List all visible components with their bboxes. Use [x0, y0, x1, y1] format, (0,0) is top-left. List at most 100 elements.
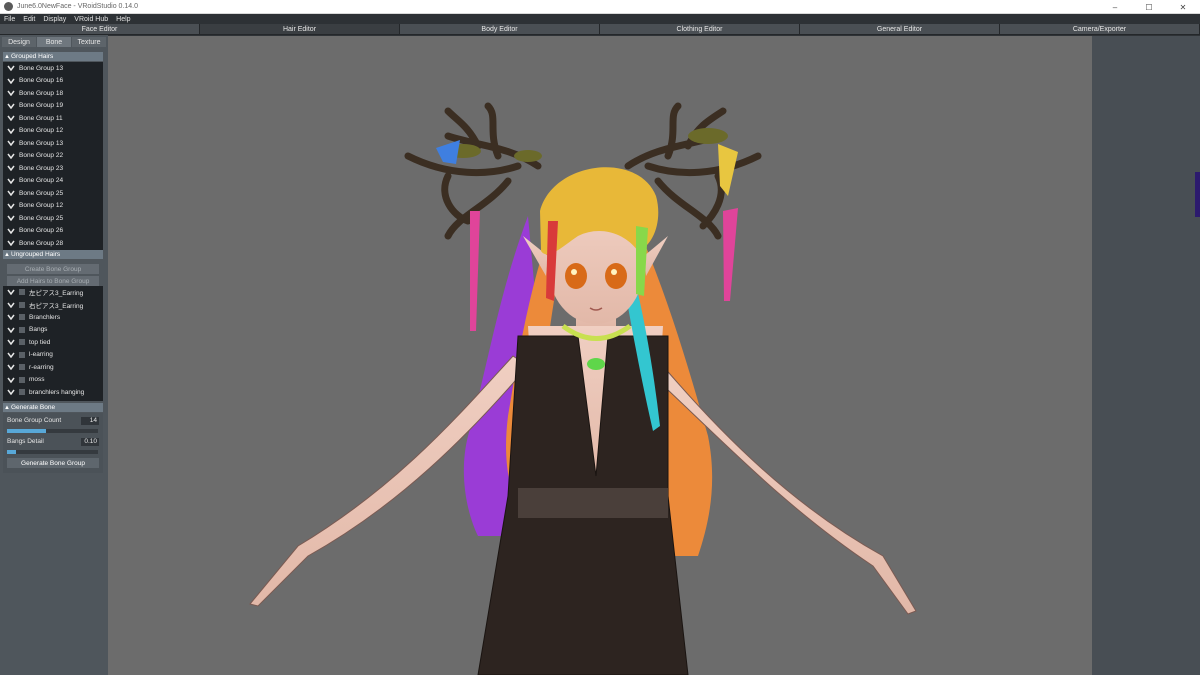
bone-group-row[interactable]: Bone Group 12 — [3, 200, 103, 213]
bone-group-label: Bone Group 25 — [19, 214, 64, 222]
chevron-down-icon[interactable] — [3, 115, 19, 122]
row-checkbox[interactable] — [19, 301, 25, 308]
tab-camera-exporter[interactable]: Camera/Exporter — [1000, 24, 1199, 34]
bone-group-row[interactable]: Bone Group 28 — [3, 237, 103, 250]
add-hairs-to-bone-group-button[interactable]: Add Hairs to Bone Group — [7, 276, 99, 286]
generate-bone-group-button[interactable]: Generate Bone Group — [7, 458, 99, 468]
chevron-down-icon[interactable] — [3, 65, 19, 72]
chevron-down-icon[interactable] — [3, 389, 19, 396]
row-checkbox[interactable] — [19, 389, 25, 396]
pink-strand — [470, 211, 480, 331]
row-checkbox[interactable] — [19, 326, 25, 333]
menu-vroid-hub[interactable]: VRoid Hub — [70, 16, 112, 23]
chevron-down-icon[interactable] — [3, 90, 19, 97]
tab-body-editor[interactable]: Body Editor — [400, 24, 599, 34]
bone-group-count-slider[interactable] — [7, 429, 98, 433]
bone-group-row[interactable]: Bone Group 13 — [3, 62, 103, 75]
menu-file[interactable]: File — [0, 16, 19, 23]
generate-bone-area: Bone Group Count 14 Bangs Detail 0.10 Ge… — [3, 413, 103, 473]
bone-group-row[interactable]: Bone Group 19 — [3, 100, 103, 113]
row-checkbox[interactable] — [19, 351, 25, 358]
dress-belt — [518, 488, 668, 518]
bone-group-row[interactable]: Bone Group 22 — [3, 150, 103, 163]
bangs-detail-field[interactable]: 0.10 — [81, 438, 99, 446]
row-checkbox[interactable] — [19, 364, 25, 371]
bone-group-row[interactable]: Bone Group 13 — [3, 137, 103, 150]
slider-fill — [7, 450, 17, 454]
grouped-hairs-header[interactable]: ▲ Grouped Hairs — [3, 52, 103, 61]
chevron-down-icon[interactable] — [3, 377, 19, 383]
bone-group-label: Bone Group 11 — [19, 114, 63, 122]
close-button[interactable]: ✕ — [1166, 0, 1200, 14]
bone-group-row[interactable]: Bone Group 24 — [3, 175, 103, 188]
bangs-detail-slider[interactable] — [7, 450, 98, 454]
menu-help[interactable]: Help — [112, 16, 134, 23]
chevron-down-icon[interactable] — [3, 339, 19, 346]
bone-group-row[interactable]: Bone Group 12 — [3, 125, 103, 138]
generate-bone-header[interactable]: ▲ Generate Bone — [3, 403, 103, 412]
maximize-button[interactable]: ☐ — [1132, 0, 1166, 14]
row-checkbox[interactable] — [19, 339, 25, 346]
bone-group-row[interactable]: Bone Group 18 — [3, 87, 103, 100]
ungrouped-hair-row[interactable]: l-earring — [3, 349, 103, 362]
ungrouped-hair-row[interactable]: Branchlers — [3, 311, 103, 324]
ungrouped-hair-row[interactable]: moss — [3, 374, 103, 387]
slider-fill — [7, 429, 47, 433]
chevron-down-icon[interactable] — [3, 203, 19, 209]
chevron-down-icon[interactable] — [3, 153, 19, 159]
tab-face-editor[interactable]: Face Editor — [0, 24, 199, 34]
bone-group-row[interactable]: Bone Group 11 — [3, 112, 103, 125]
subtab-bone[interactable]: Bone — [37, 37, 71, 47]
chevron-down-icon[interactable] — [3, 228, 19, 234]
row-checkbox[interactable] — [19, 376, 25, 383]
chevron-down-icon[interactable] — [3, 178, 19, 184]
menu-edit[interactable]: Edit — [19, 16, 39, 23]
chevron-down-icon[interactable] — [3, 190, 19, 197]
ungrouped-hair-row[interactable]: Bangs — [3, 324, 103, 337]
chevron-down-icon[interactable] — [3, 327, 19, 333]
subtab-design[interactable]: Design — [2, 37, 36, 47]
chevron-down-icon[interactable] — [3, 128, 19, 134]
subtab-texture[interactable]: Texture — [72, 37, 106, 47]
blue-hair-piece — [436, 140, 460, 164]
chevron-down-icon[interactable] — [3, 140, 19, 147]
chevron-down-icon[interactable] — [3, 364, 19, 371]
3d-viewport[interactable] — [108, 36, 1092, 675]
ungrouped-hair-row[interactable]: r-earring — [3, 361, 103, 374]
tab-general-editor[interactable]: General Editor — [800, 24, 999, 34]
create-bone-group-button[interactable]: Create Bone Group — [7, 264, 99, 274]
ungrouped-hair-row[interactable]: 右ピアス3_Earring — [3, 299, 103, 312]
chevron-down-icon[interactable] — [3, 240, 19, 247]
row-checkbox[interactable] — [19, 289, 25, 296]
hair-label: r-earring — [29, 363, 54, 371]
ungrouped-hair-row[interactable]: 左ピアス3_Earring — [3, 286, 103, 299]
tab-hair-editor[interactable]: Hair Editor — [200, 24, 399, 34]
bone-group-row[interactable]: Bone Group 25 — [3, 187, 103, 200]
bone-group-row[interactable]: Bone Group 26 — [3, 225, 103, 238]
chevron-down-icon[interactable] — [3, 215, 19, 222]
menu-display[interactable]: Display — [39, 16, 70, 23]
ungrouped-hair-row[interactable]: branchlers hanging — [3, 386, 103, 399]
bone-group-label: Bone Group 12 — [19, 202, 64, 210]
bone-group-row[interactable]: Bone Group 23 — [3, 162, 103, 175]
row-checkbox[interactable] — [19, 314, 25, 321]
chevron-down-icon[interactable] — [3, 314, 19, 321]
bone-group-label: Bone Group 13 — [19, 64, 64, 72]
ungrouped-hairs-header[interactable]: ▲ Ungrouped Hairs — [3, 250, 103, 259]
bone-group-label: Bone Group 12 — [19, 127, 64, 135]
chevron-down-icon[interactable] — [3, 165, 19, 172]
tab-clothing-editor[interactable]: Clothing Editor — [600, 24, 799, 34]
bone-group-label: Bone Group 24 — [19, 177, 64, 185]
ungrouped-hair-row[interactable]: top tied — [3, 336, 103, 349]
chevron-down-icon[interactable] — [3, 78, 19, 84]
bone-group-count-field[interactable]: 14 — [81, 417, 99, 425]
minimize-button[interactable]: – — [1098, 0, 1132, 14]
grouped-hairs-title: Grouped Hairs — [11, 53, 54, 60]
editor-tab-bar: Face Editor Hair Editor Body Editor Clot… — [0, 24, 1200, 35]
chevron-down-icon[interactable] — [3, 103, 19, 109]
bone-group-row[interactable]: Bone Group 25 — [3, 212, 103, 225]
chevron-down-icon[interactable] — [3, 302, 19, 308]
chevron-down-icon[interactable] — [3, 289, 19, 296]
bone-group-row[interactable]: Bone Group 16 — [3, 75, 103, 88]
chevron-down-icon[interactable] — [3, 352, 19, 358]
